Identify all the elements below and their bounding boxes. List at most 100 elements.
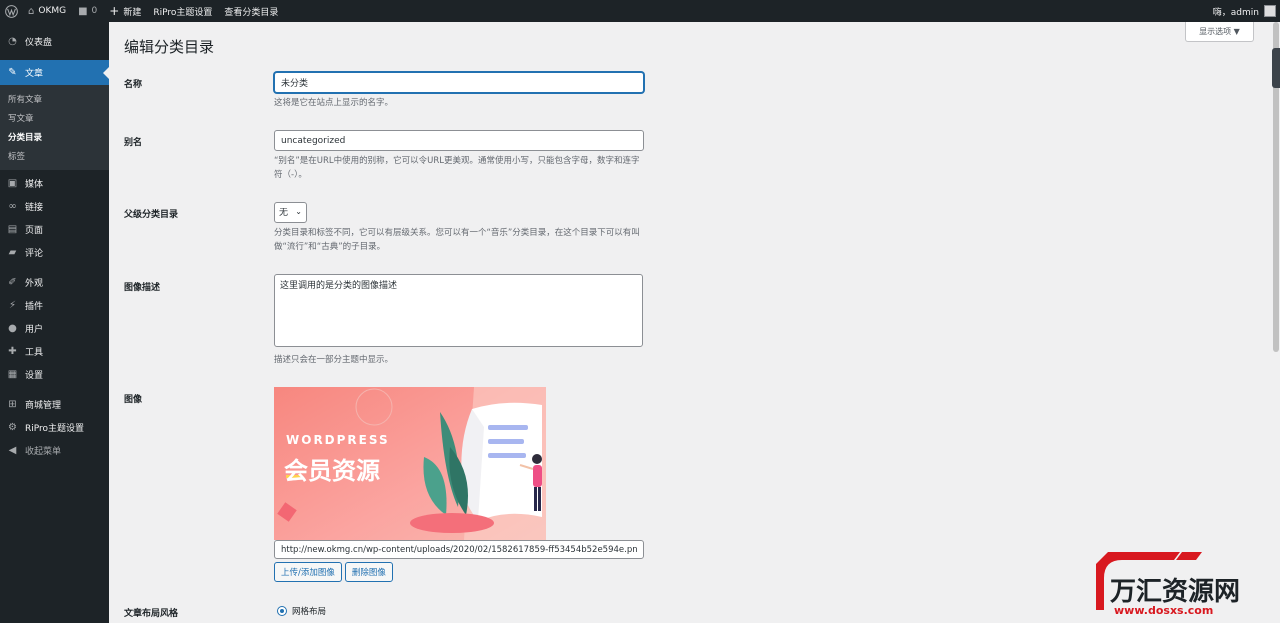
admin-sidebar: ◔ 仪表盘 ✎ 文章 所有文章 写文章 分类目录 标签 ▣ 媒体 ∞ 链接 ▤ … (0, 22, 109, 623)
settings-icon: ▦ (7, 369, 18, 380)
parent-select[interactable]: 无 (274, 202, 307, 223)
link-icon: ∞ (8, 201, 17, 212)
new-label: 新建 (123, 7, 142, 18)
category-image-preview: WORDPRESS 会员资源 (274, 387, 546, 540)
menu-label: 插件 (25, 302, 44, 312)
comments-link[interactable]: ■ 0 (72, 0, 103, 22)
collapse-icon: ◀ (8, 445, 17, 456)
menu-pages[interactable]: ▤ 页面 (0, 218, 109, 241)
comment-icon: ■ (78, 5, 88, 17)
watermark-brand: 万汇资源网 (1110, 577, 1240, 607)
main-content: 显示选项 ▼ 编辑分类目录 名称 这将是它在站点上显示的名字。 别名 “别名”是… (109, 22, 1280, 623)
image-label: 图像 (124, 395, 143, 405)
slug-field-group: “别名”是在URL中使用的别称，它可以令URL更美观。通常使用小写，只能包含字母… (274, 130, 644, 182)
watermark-url: www.dosxs.com (1114, 604, 1213, 617)
wordpress-logo-icon[interactable] (0, 0, 22, 22)
posts-submenu: 所有文章 写文章 分类目录 标签 (0, 85, 109, 170)
banner-illustration: WORDPRESS 会员资源 (274, 387, 546, 540)
layout-grid-label: 网格布局 (292, 607, 327, 617)
submenu-tags[interactable]: 标签 (0, 146, 109, 165)
comments-count: 0 (91, 6, 98, 16)
image-url-input[interactable] (274, 540, 644, 559)
plugin-icon: ⚡ (8, 300, 17, 311)
menu-comments[interactable]: ▰ 评论 (0, 241, 109, 264)
wrench-icon: ✚ (8, 346, 17, 357)
menu-plugins[interactable]: ⚡ 插件 (0, 294, 109, 317)
layout-grid-radio[interactable]: 网格布局 (277, 605, 326, 617)
pin-icon: ✎ (8, 67, 17, 78)
menu-label: 媒体 (25, 180, 44, 190)
image-description-hint: 描述只会在一部分主题中显示。 (274, 355, 394, 365)
menu-label: 文章 (25, 69, 44, 79)
slug-description: “别名”是在URL中使用的别称，它可以令URL更美观。通常使用小写，只能包含字母… (274, 156, 640, 180)
menu-label: 工具 (25, 348, 44, 358)
upload-image-button[interactable]: 上传/添加图像 (274, 562, 342, 582)
watermark-logo: 万汇资源网 www.dosxs.com (1092, 548, 1278, 618)
image-description-textarea[interactable]: 这里调用的是分类的图像描述 (274, 274, 643, 347)
layout-field-group: 网格布局 (277, 605, 326, 617)
avatar (1264, 5, 1276, 17)
brush-icon: ✐ (8, 277, 17, 288)
menu-label: 评论 (25, 249, 44, 259)
home-icon: ⌂ (28, 5, 35, 17)
parent-description: 分类目录和标签不同，它可以有层级关系。您可以有一个“音乐”分类目录，在这个目录下… (274, 228, 640, 252)
name-input[interactable] (274, 72, 644, 93)
view-category-link[interactable]: 查看分类目录 (218, 0, 284, 22)
comment-icon: ▰ (8, 247, 17, 258)
dashboard-icon: ◔ (8, 36, 17, 47)
image-description-group: 这里调用的是分类的图像描述 描述只会在一部分主题中显示。 (274, 274, 644, 367)
menu-label: 链接 (25, 203, 44, 213)
side-panel-tab[interactable] (1272, 48, 1280, 88)
menu-appearance[interactable]: ✐ 外观 (0, 271, 109, 294)
menu-ripro[interactable]: ⚙ RiPro主题设置 (0, 416, 109, 439)
ripro-settings-link[interactable]: RiPro主题设置 (147, 0, 218, 22)
cart-icon: ⊞ (8, 399, 17, 410)
greeting: 嗨，admin (1212, 7, 1259, 18)
page-icon: ▤ (7, 224, 18, 235)
site-name: OKMG (38, 6, 67, 16)
name-description: 这将是它在站点上显示的名字。 (274, 98, 394, 108)
gear-icon: ⚙ (8, 422, 17, 433)
menu-media[interactable]: ▣ 媒体 (0, 172, 109, 195)
name-field-group: 这将是它在站点上显示的名字。 (274, 72, 644, 110)
menu-label: 页面 (25, 226, 44, 236)
menu-label: 外观 (25, 279, 44, 289)
menu-tools[interactable]: ✚ 工具 (0, 340, 109, 363)
parent-field-group: 无 ⌄ 分类目录和标签不同，它可以有层级关系。您可以有一个“音乐”分类目录，在这… (274, 202, 644, 254)
menu-dashboard[interactable]: ◔ 仪表盘 (0, 30, 109, 53)
slug-input[interactable] (274, 130, 644, 151)
menu-users[interactable]: ● 用户 (0, 317, 109, 340)
admin-bar: ⌂ OKMG ■ 0 + 新建 RiPro主题设置 查看分类目录 嗨，admin (0, 0, 1280, 22)
delete-image-button[interactable]: 删除图像 (344, 562, 393, 582)
menu-label: 仪表盘 (25, 38, 53, 48)
menu-label: 用户 (25, 325, 44, 335)
menu-settings[interactable]: ▦ 设置 (0, 363, 109, 386)
menu-label: RiPro主题设置 (25, 424, 85, 434)
image-description-label: 图像描述 (124, 283, 161, 293)
user-icon: ● (8, 323, 17, 334)
site-name-link[interactable]: ⌂ OKMG (22, 0, 72, 22)
parent-label: 父级分类目录 (124, 210, 179, 220)
view-label: 查看分类目录 (224, 7, 279, 18)
submenu-categories[interactable]: 分类目录 (0, 127, 109, 146)
image-url-group: 上传/添加图像 删除图像 (274, 540, 644, 582)
menu-links[interactable]: ∞ 链接 (0, 195, 109, 218)
name-label: 名称 (124, 80, 143, 90)
banner-text-members: 会员资源 (284, 457, 380, 485)
new-content-link[interactable]: + 新建 (103, 0, 147, 22)
screen-options-button[interactable]: 显示选项 ▼ (1185, 22, 1254, 42)
menu-label: 设置 (25, 371, 44, 381)
radio-selected-icon (277, 606, 287, 616)
media-icon: ▣ (7, 178, 18, 189)
slug-label: 别名 (124, 138, 143, 148)
my-account[interactable]: 嗨，admin (1213, 5, 1280, 18)
submenu-new-post[interactable]: 写文章 (0, 108, 109, 127)
menu-posts[interactable]: ✎ 文章 (0, 60, 109, 85)
layout-label: 文章布局风格 (124, 609, 179, 619)
plus-icon: + (109, 4, 120, 18)
menu-shop[interactable]: ⊞ 商城管理 (0, 393, 109, 416)
submenu-all-posts[interactable]: 所有文章 (0, 89, 109, 108)
collapse-menu-button[interactable]: ◀ 收起菜单 (0, 439, 109, 462)
banner-text-wordpress: WORDPRESS (286, 433, 390, 447)
page-title: 编辑分类目录 (124, 38, 215, 56)
